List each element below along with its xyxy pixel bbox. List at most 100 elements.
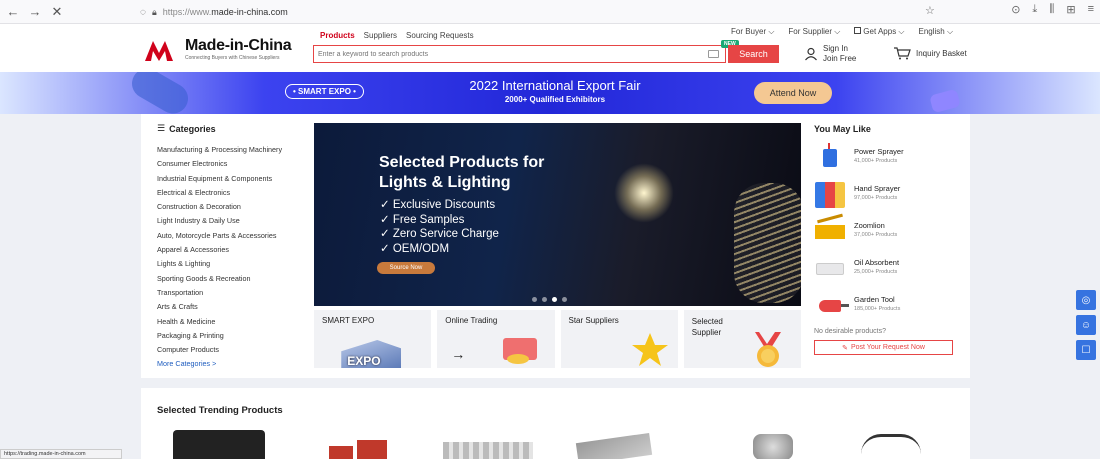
inquiry-basket-label: Inquiry Basket (916, 48, 967, 58)
category-item[interactable]: Health & Medicine (157, 315, 282, 329)
banner-title: 2022 International Export Fair (469, 78, 641, 93)
tab-sourcing-requests[interactable]: Sourcing Requests (406, 31, 474, 40)
back-arrow-icon[interactable]: ← (4, 3, 22, 21)
trending-product-image[interactable] (443, 442, 533, 459)
category-item[interactable]: Auto, Motorcycle Parts & Accessories (157, 229, 282, 243)
lightbulb-image (614, 163, 674, 223)
search-input[interactable] (318, 49, 698, 60)
menu-icon[interactable]: ≡ (1088, 3, 1094, 16)
pocket-icon[interactable]: ⊙ (1011, 3, 1020, 16)
product-name: Hand Sprayer (854, 184, 901, 193)
hero-title-line: Selected Products for (379, 154, 545, 171)
category-item[interactable]: Electrical & Electronics (157, 186, 282, 200)
trending-product-image[interactable] (753, 434, 793, 459)
category-item[interactable]: Arts & Crafts (157, 300, 282, 314)
category-item[interactable]: Apparel & Accessories (157, 243, 282, 257)
carousel-dots (532, 297, 567, 302)
category-item[interactable]: Packaging & Printing (157, 329, 282, 343)
top-links: For Buyer ⌵ For Supplier ⌵ Get Apps ⌵ En… (731, 27, 953, 37)
hand-sprayer-image (814, 181, 846, 209)
tile-online-trading[interactable]: Online Trading → (437, 310, 555, 368)
trending-product-image[interactable] (319, 440, 399, 459)
trending-product-image[interactable] (861, 434, 921, 459)
carousel-dot[interactable] (552, 297, 557, 302)
garden-tool-image (814, 292, 849, 320)
carousel-dot[interactable] (542, 297, 547, 302)
recommended-item[interactable]: Garden Tool 185,000+ Products (814, 292, 904, 329)
user-icon (805, 47, 817, 61)
sign-in-link[interactable]: Sign In (823, 44, 856, 54)
language-link[interactable]: English ⌵ (919, 27, 954, 37)
category-item[interactable]: Computer Products (157, 343, 282, 357)
for-buyer-link[interactable]: For Buyer ⌵ (731, 27, 774, 37)
you-may-like-list: Power Sprayer 41,000+ Products Hand Spray… (814, 143, 904, 329)
category-item[interactable]: Light Industry & Daily Use (157, 214, 282, 228)
for-supplier-link[interactable]: For Supplier ⌵ (788, 27, 840, 37)
banner-decoration (126, 72, 194, 114)
logo-text: Made-in-China (185, 37, 292, 54)
forward-arrow-icon[interactable]: → (26, 3, 44, 21)
tile-smart-expo[interactable]: SMART EXPO EXPO (314, 310, 432, 368)
recommended-item[interactable]: Hand Sprayer 97,000+ Products (814, 181, 904, 218)
close-icon[interactable]: ✕ (48, 3, 66, 21)
more-categories-link[interactable]: More Categories > (157, 357, 282, 371)
hero-carousel[interactable]: Selected Products for Lights & Lighting … (314, 123, 801, 306)
attend-now-button[interactable]: Attend Now (754, 82, 832, 104)
site-logo[interactable]: Made-in-China Connecting Buyers with Chi… (145, 37, 292, 61)
customer-service-icon[interactable]: ☺ (1076, 315, 1096, 335)
hero-bullet: ✓ Zero Service Charge (380, 228, 499, 240)
trending-title: Selected Trending Products (157, 405, 283, 416)
product-count: 97,000+ Products (854, 195, 898, 201)
address-bar[interactable]: ◌ 🔒︎ https://www.made-in-china.com (140, 3, 940, 21)
product-name: Oil Absorbent (854, 258, 900, 267)
post-request-label: Post Your Request Now (850, 344, 925, 351)
category-item[interactable]: Construction & Decoration (157, 200, 282, 214)
edit-icon: ✎ (842, 344, 848, 352)
medal-icon (755, 332, 781, 367)
trending-product-image[interactable] (575, 432, 653, 459)
source-now-button[interactable]: Source Now (377, 262, 435, 274)
smart-expo-pill: • SMART EXPO • (285, 84, 364, 99)
category-item[interactable]: Lights & Lighting (157, 257, 282, 271)
bookmark-star-icon[interactable]: ☆ (925, 4, 935, 17)
join-free-link[interactable]: Join Free (823, 54, 856, 64)
library-icon[interactable]: ⫼ (1049, 3, 1054, 16)
site-header: Made-in-China Connecting Buyers with Chi… (0, 24, 1100, 72)
inquiry-basket[interactable]: Inquiry Basket (893, 46, 967, 60)
chat-icon[interactable]: ◎ (1076, 290, 1096, 310)
hero-title-line: Lights & Lighting (379, 174, 511, 191)
extensions-icon[interactable]: ⊞ (1066, 3, 1075, 16)
tab-products[interactable]: Products (320, 31, 355, 40)
camera-icon[interactable] (708, 50, 719, 58)
search-button[interactable]: Search (728, 45, 779, 63)
product-count: 25,000+ Products (854, 269, 898, 275)
trending-products (171, 430, 951, 459)
get-apps-link[interactable]: Get Apps ⌵ (854, 27, 905, 37)
post-request-button[interactable]: ✎ Post Your Request Now (814, 340, 953, 355)
expo-banner[interactable]: • SMART EXPO • 2022 International Export… (0, 72, 1100, 114)
feedback-icon[interactable]: ☐ (1076, 340, 1096, 360)
tab-suppliers[interactable]: Suppliers (364, 31, 397, 40)
category-item[interactable]: Transportation (157, 286, 282, 300)
recommended-item[interactable]: Power Sprayer 41,000+ Products (814, 143, 904, 181)
category-item[interactable]: Sporting Goods & Recreation (157, 272, 282, 286)
get-apps-label: Get Apps ⌵ (863, 27, 905, 36)
tile-star-suppliers[interactable]: Star Suppliers (560, 310, 678, 368)
recommended-item[interactable]: Oil Absorbent 25,000+ Products (814, 255, 904, 292)
product-count: 37,000+ Products (854, 232, 898, 238)
carousel-dot[interactable] (562, 297, 567, 302)
category-item[interactable]: Industrial Equipment & Components (157, 172, 282, 186)
tile-label: Selected Supplier (691, 317, 723, 337)
tile-selected-supplier[interactable]: Selected Supplier (683, 310, 801, 368)
categories-heading: ☰ Categories (157, 123, 216, 134)
category-item[interactable]: Manufacturing & Processing Machinery (157, 143, 282, 157)
trending-product-image[interactable] (173, 430, 265, 459)
carousel-dot[interactable] (532, 297, 537, 302)
crane-image (814, 213, 846, 246)
category-item[interactable]: Consumer Electronics (157, 157, 282, 171)
tile-art-text: EXPO (347, 354, 381, 368)
sign-in-area[interactable]: Sign In Join Free (804, 44, 856, 64)
hero-bullet: ✓ Free Samples (380, 213, 465, 226)
recommended-item[interactable]: Zoomlion 37,000+ Products (814, 213, 904, 255)
download-icon[interactable]: ⤓ (1032, 3, 1037, 16)
